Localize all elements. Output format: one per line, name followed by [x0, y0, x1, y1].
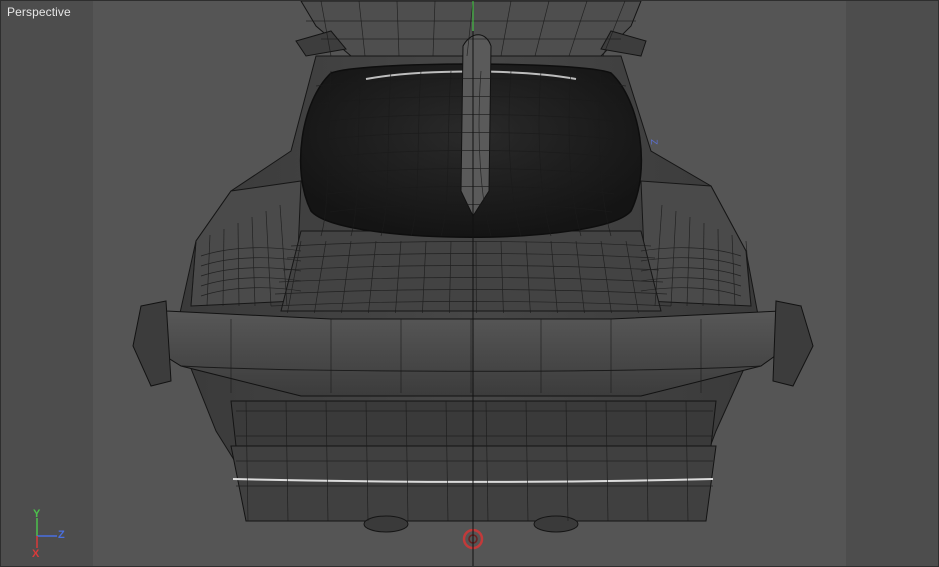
axis-gizmo: Y Z X: [23, 506, 73, 566]
axis-y-label: Y: [33, 508, 41, 520]
car-model[interactable]: [1, 1, 939, 567]
z-axis-marker: Z: [648, 139, 659, 145]
viewport-label[interactable]: Perspective: [7, 5, 71, 19]
axis-x-label: X: [32, 548, 40, 560]
center-fin: [460, 34, 492, 218]
axis-z-label: Z: [58, 529, 65, 541]
viewport-perspective[interactable]: Z Perspective Y Z X: [0, 0, 939, 567]
axis-gizmo-lines: [36, 518, 57, 548]
